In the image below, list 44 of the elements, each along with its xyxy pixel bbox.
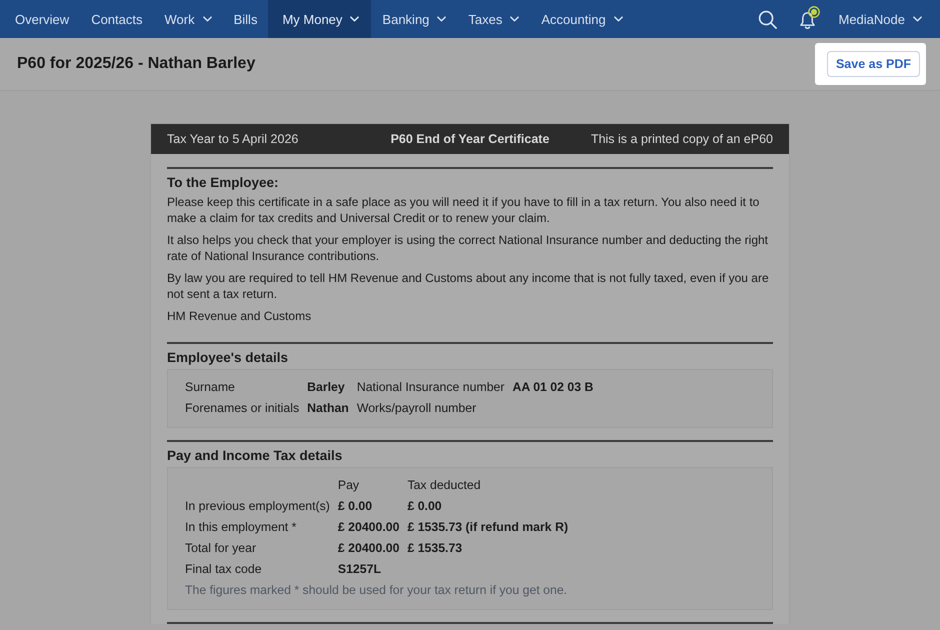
nav-item[interactable]: Taxes xyxy=(457,0,530,38)
row-label: In previous employment(s) xyxy=(185,498,330,515)
field-label: Works/payroll number xyxy=(356,400,478,417)
nav-item[interactable]: Contacts xyxy=(80,0,154,38)
nav-item[interactable]: Bills xyxy=(222,0,268,38)
search-icon[interactable] xyxy=(758,10,776,28)
table-cell-text: £ 0.00 xyxy=(338,498,374,515)
field-label: Surname xyxy=(185,379,236,396)
notice-paragraph: By law you are required to tell HM Revenue and Customs about any income that is not fully taxed, even if you are not sent a tax return. xyxy=(167,270,770,302)
account-menu[interactable]: MediaNode xyxy=(828,0,932,38)
table-cell-text: £ 20400.00 xyxy=(338,519,400,536)
section-heading: Employee's details xyxy=(167,350,290,365)
nav-item[interactable]: Work xyxy=(154,0,223,38)
table-cell-text: £ 20400.00 xyxy=(338,540,400,557)
table-cell-text: £ 1535.73 xyxy=(407,540,464,557)
tax-year-label: Tax Year to 5 April 2026 xyxy=(167,132,298,146)
row-label: In this employment * xyxy=(185,519,298,536)
row-label: Final tax code xyxy=(185,561,263,578)
printed-copy-note: This is a printed copy of an eP60 xyxy=(590,132,773,146)
section-heading: Pay and Income Tax details xyxy=(167,448,344,463)
column-heading: Tax deducted xyxy=(407,477,482,494)
bell-icon[interactable] xyxy=(798,11,816,30)
page-title: P60 for 2025/26 - Nathan Barley xyxy=(17,55,256,73)
field-value: Nathan xyxy=(307,400,349,417)
table-cell-text: S1257L xyxy=(338,561,382,578)
field-value: Barley xyxy=(307,379,346,396)
table-cell-text: £ 1535.73 (if refund mark R) xyxy=(407,519,568,536)
nav-item[interactable]: Accounting xyxy=(530,0,634,38)
section-heading: To the Employee: xyxy=(167,175,280,190)
notice-paragraph: Please keep this certificate in a safe place as you will need it if you have to fill in a tax return. You also need it to make a claim for tax credits and Universal Credit or to renew your claim. xyxy=(167,194,760,226)
certificate-title: P60 End of Year Certificate xyxy=(390,132,550,146)
field-label: Forenames or initials xyxy=(185,400,300,417)
notice-paragraph: HM Revenue and Customs xyxy=(167,308,312,324)
field-value: AA 01 02 03 B xyxy=(512,379,594,396)
nav-item[interactable]: My Money xyxy=(268,0,372,38)
table-cell-text: £ 0.00 xyxy=(407,498,443,515)
field-label: National Insurance number xyxy=(356,379,504,396)
row-label: Total for year xyxy=(185,540,258,557)
nav-item[interactable]: Overview xyxy=(4,0,80,38)
nav-item[interactable]: Banking xyxy=(371,0,458,38)
column-heading: Pay xyxy=(338,477,360,494)
save-as-pdf-button[interactable]: Save as PDF xyxy=(826,51,920,77)
notice-paragraph: It also helps you check that your employer is using the correct National Insurance number and deducting the right rate of National Insurance contributions. xyxy=(167,232,770,264)
footnote-text: The figures marked * should be used for your tax return if you get one. xyxy=(185,582,568,599)
